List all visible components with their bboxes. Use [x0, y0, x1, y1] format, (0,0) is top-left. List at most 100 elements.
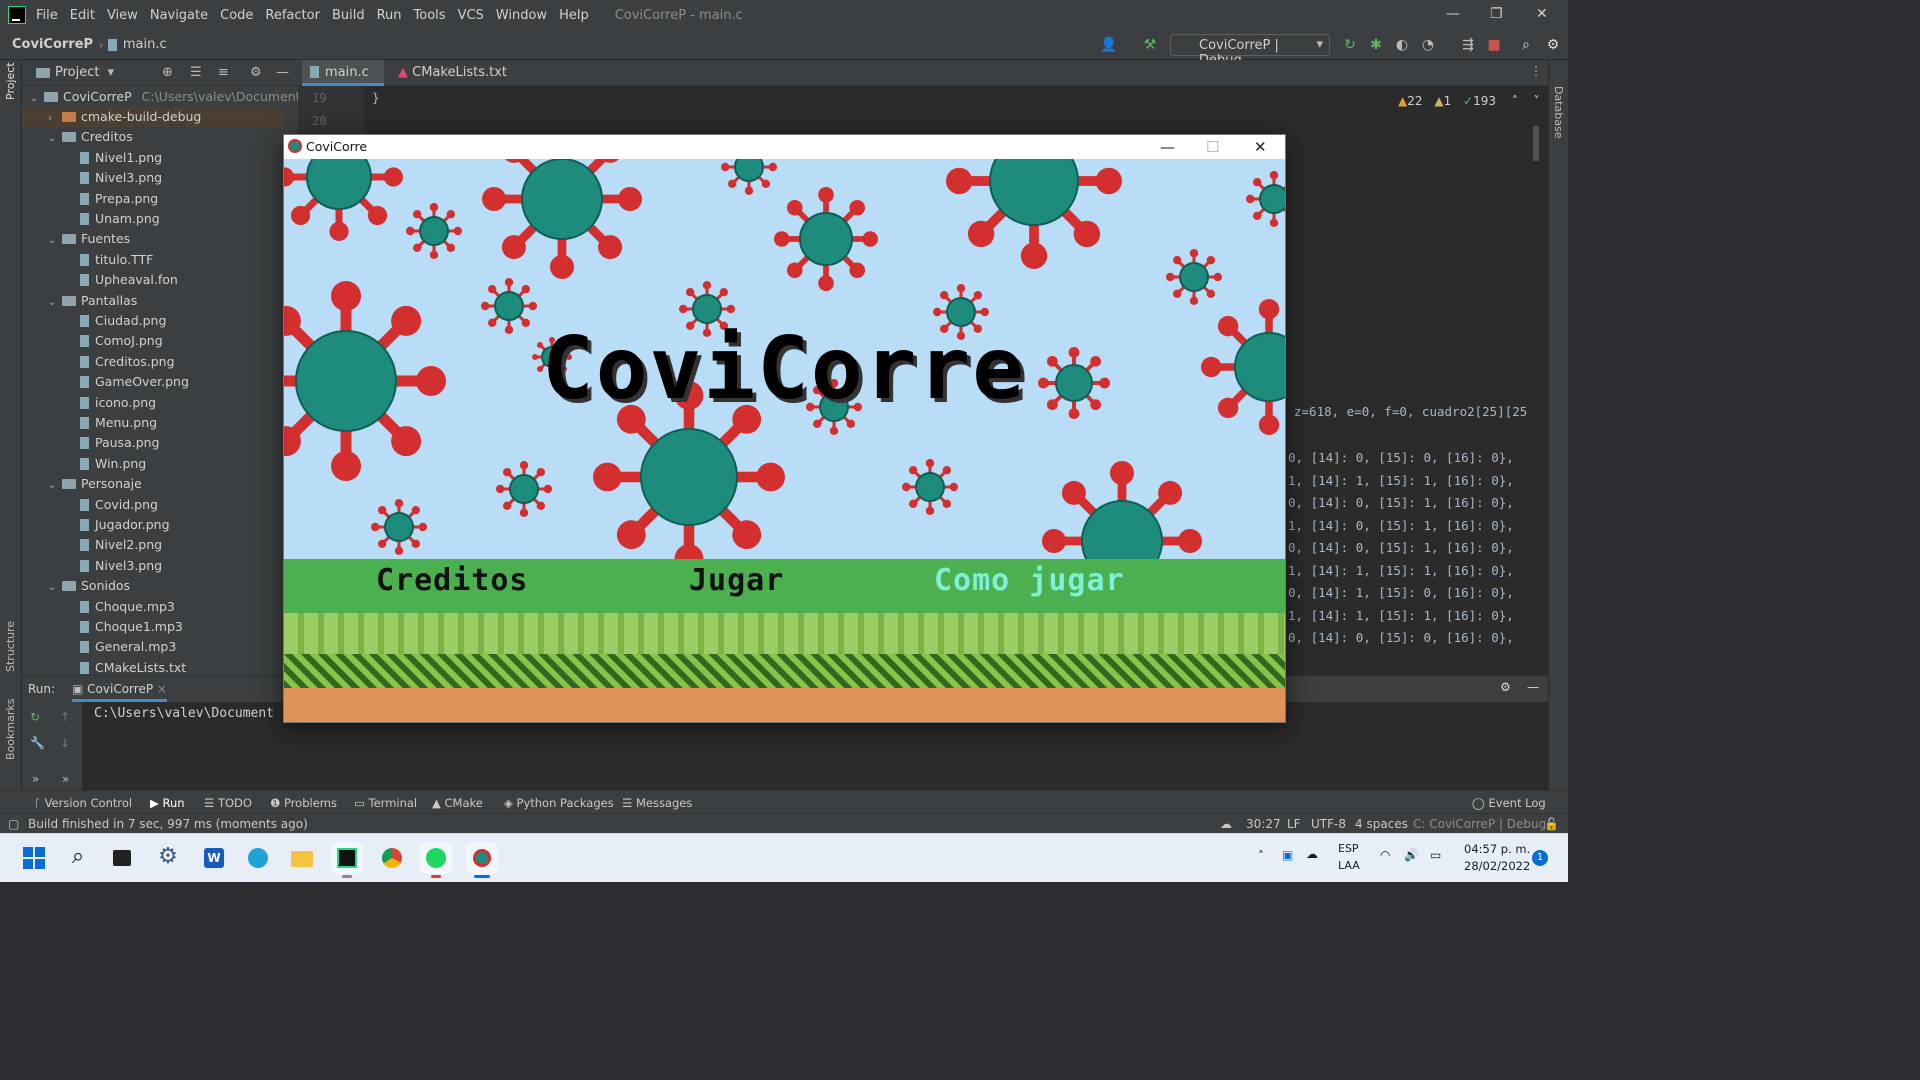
tool-python-packages[interactable]: ◈ Python Packages: [504, 796, 614, 810]
tree-file-item[interactable]: Covid.png: [66, 495, 158, 515]
game-titlebar[interactable]: CoviCorre — ☐ ✕: [284, 135, 1285, 159]
tree-file-item[interactable]: Choque.mp3: [66, 597, 175, 617]
minimize-icon[interactable]: —: [1446, 6, 1460, 22]
menu-window[interactable]: Window: [496, 8, 547, 23]
bookmarks-tool-tab[interactable]: Bookmarks: [4, 699, 17, 760]
up-arrow-icon[interactable]: ↑: [60, 710, 70, 724]
menu-build[interactable]: Build: [332, 8, 365, 23]
tool-run[interactable]: ▶ Run: [150, 796, 185, 810]
maximize-icon[interactable]: ❐: [1490, 6, 1503, 22]
status-message[interactable]: Build finished in 7 sec, 997 ms (moments…: [28, 817, 308, 831]
tool-terminal[interactable]: ▭ Terminal: [354, 796, 417, 810]
tree-folder-item[interactable]: ⌄ Pantallas: [48, 291, 137, 311]
database-tool-tab[interactable]: Database: [1552, 86, 1565, 139]
tool-cmake[interactable]: ▲ CMake: [432, 796, 483, 810]
rerun-icon[interactable]: ↻: [30, 710, 40, 724]
options-gear-icon[interactable]: ⚙: [250, 65, 262, 80]
clock-time[interactable]: 04:57 p. m.: [1464, 842, 1530, 856]
volume-icon[interactable]: 🔊: [1404, 848, 1419, 862]
tree-file-item[interactable]: Ciudad.png: [66, 311, 166, 331]
inspection-widget[interactable]: ▲22 ▲1 ✓193 ˄ ˅: [1398, 94, 1540, 108]
menu-tools[interactable]: Tools: [414, 8, 446, 23]
tree-file-item[interactable]: Nivel1.png: [66, 148, 162, 168]
tree-folder-item[interactable]: › cmake-build-debug: [22, 107, 284, 127]
chevron-down-icon[interactable]: ⌄: [48, 293, 62, 313]
editor-scrollbar[interactable]: [1533, 126, 1539, 161]
tree-file-item[interactable]: Menu.png: [66, 413, 157, 433]
onedrive-icon[interactable]: ☁: [1306, 847, 1318, 861]
more-icon[interactable]: »: [62, 772, 69, 786]
start-button[interactable]: [18, 842, 50, 874]
status-toggle-icon[interactable]: ▢: [8, 817, 19, 831]
more-icon[interactable]: »: [32, 772, 39, 786]
close-icon[interactable]: ✕: [1536, 6, 1548, 22]
chevron-right-icon[interactable]: ›: [48, 109, 62, 129]
settings-gear-icon[interactable]: ⚙: [1545, 37, 1561, 53]
expand-all-icon[interactable]: ☰: [190, 65, 202, 80]
tool-event-log[interactable]: ◯ Event Log: [1472, 796, 1546, 810]
more-tabs-icon[interactable]: ⋮: [1530, 64, 1542, 78]
tree-file-item[interactable]: Prepa.png: [66, 189, 158, 209]
tab-cmakelists[interactable]: ▲ CMakeLists.txt ×: [390, 60, 520, 106]
tree-file-item[interactable]: Nivel3.png: [66, 168, 162, 188]
run-tab[interactable]: ▣ CoviCorreP ×: [72, 682, 167, 702]
breadcrumb-file[interactable]: main.c: [123, 37, 167, 52]
file-encoding[interactable]: UTF-8: [1311, 817, 1346, 831]
cmake-context[interactable]: C: CoviCorreP | Debug: [1413, 817, 1546, 831]
game-canvas[interactable]: CoviCorre Creditos Jugar Como jugar: [284, 159, 1285, 722]
notification-badge[interactable]: 1: [1532, 850, 1548, 866]
tree-folder-item[interactable]: ⌄ Fuentes: [48, 229, 130, 249]
wifi-icon[interactable]: ◠: [1380, 848, 1390, 862]
close-icon[interactable]: ✕: [1254, 138, 1267, 156]
lock-icon[interactable]: 🔓: [1544, 817, 1559, 831]
menu-jugar-button[interactable]: Jugar: [689, 563, 784, 598]
project-tool-tab[interactable]: Project: [4, 62, 17, 100]
collapse-all-icon[interactable]: ≡: [218, 65, 229, 80]
indent-setting[interactable]: 4 spaces: [1355, 817, 1408, 831]
tree-file-item[interactable]: Creditos.png: [66, 352, 175, 372]
hide-icon[interactable]: —: [1527, 680, 1539, 694]
input-language[interactable]: ESP: [1338, 842, 1359, 855]
battery-icon[interactable]: ▭: [1430, 848, 1441, 862]
tree-file-item[interactable]: ComoJ.png: [66, 331, 163, 351]
search-icon[interactable]: ⌕: [1518, 37, 1534, 53]
menu-creditos-button[interactable]: Creditos: [376, 563, 529, 598]
task-view-icon[interactable]: [106, 842, 138, 874]
clion-taskbar-icon[interactable]: [331, 842, 363, 878]
breadcrumb-project[interactable]: CoviCorreP: [12, 37, 93, 52]
keyboard-layout[interactable]: LAA: [1338, 859, 1360, 872]
file-explorer-icon[interactable]: [286, 842, 318, 874]
settings-gear-icon[interactable]: ⚙: [1500, 680, 1511, 694]
chevron-up-icon[interactable]: ˄: [1512, 94, 1518, 108]
menu-code[interactable]: Code: [220, 8, 253, 23]
menu-vcs[interactable]: VCS: [458, 8, 484, 23]
structure-tool-tab[interactable]: Structure: [4, 621, 17, 672]
search-icon[interactable]: ⌕: [62, 842, 94, 874]
chevron-down-icon[interactable]: ⌄: [48, 476, 62, 496]
down-arrow-icon[interactable]: ↓: [60, 736, 70, 750]
close-tab-icon[interactable]: ×: [157, 682, 167, 696]
chevron-down-icon[interactable]: ⌄: [48, 231, 62, 251]
build-hammer-icon[interactable]: ⚒: [1142, 37, 1158, 53]
maximize-icon[interactable]: ☐: [1206, 138, 1219, 156]
tree-folder-item[interactable]: ⌄ Creditos: [48, 127, 133, 147]
menu-refactor[interactable]: Refactor: [265, 8, 320, 23]
debug-bug-icon[interactable]: ✱: [1368, 37, 1384, 53]
tool-problems[interactable]: ❶ Problems: [270, 796, 337, 810]
tree-file-item[interactable]: titulo.TTF: [66, 250, 153, 270]
menu-run[interactable]: Run: [377, 8, 402, 23]
tab-main-c[interactable]: main.c ×: [302, 60, 384, 106]
tool-messages[interactable]: ☰ Messages: [622, 796, 692, 810]
minimize-icon[interactable]: —: [1160, 138, 1175, 156]
tree-file-item[interactable]: Win.png: [66, 454, 146, 474]
chevron-down-icon[interactable]: ⌄: [48, 578, 62, 598]
run-config-select[interactable]: CoviCorreP | Debug ▾: [1170, 34, 1330, 68]
tree-file-item[interactable]: General.mp3: [66, 637, 176, 657]
attach-icon[interactable]: ⇶: [1460, 37, 1476, 53]
tool-todo[interactable]: ☰ TODO: [204, 796, 252, 810]
tree-file-item[interactable]: Pausa.png: [66, 433, 160, 453]
wrench-icon[interactable]: 🔧: [30, 736, 45, 750]
tree-file-item[interactable]: GameOver.png: [66, 372, 189, 392]
clock-date[interactable]: 28/02/2022: [1464, 859, 1530, 873]
coverage-icon[interactable]: ◐: [1394, 37, 1410, 53]
